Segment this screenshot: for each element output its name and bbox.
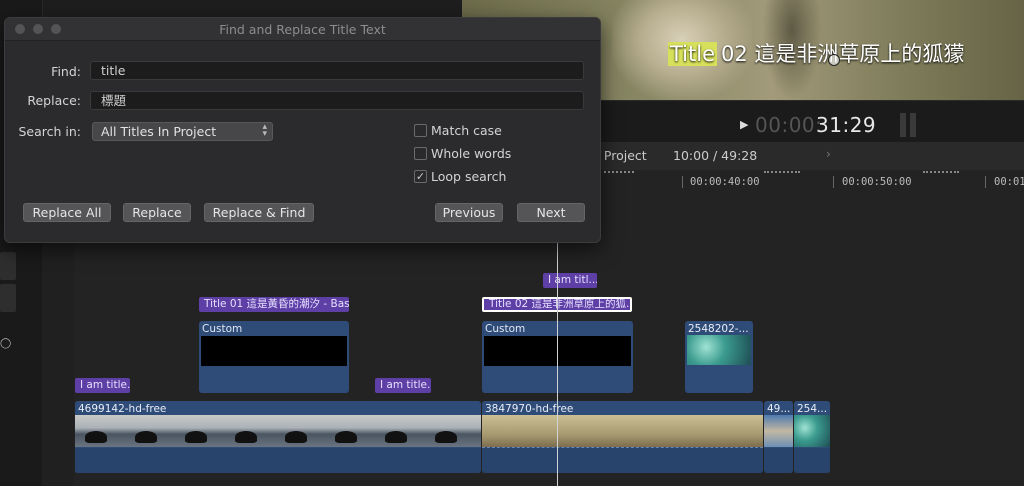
viewer-subtitle: Title 02 這是非洲草原上的狐獴 — [668, 38, 964, 68]
chevron-right-icon[interactable]: › — [826, 147, 831, 161]
video-clip[interactable]: 254... — [794, 401, 830, 473]
loop-search-checkbox[interactable]: ✓ — [414, 170, 427, 183]
sidebar-button[interactable] — [0, 284, 16, 312]
clip-label: 4699142-hd-free — [78, 403, 167, 415]
ruler-marker — [764, 171, 800, 176]
ruler-marker — [604, 171, 634, 176]
replace-all-button[interactable]: Replace All — [23, 203, 111, 222]
dialog-title: Find and Replace Title Text — [219, 22, 386, 37]
search-in-label: Search in: — [18, 124, 81, 139]
whole-words-checkbox[interactable] — [414, 147, 427, 160]
ruler-tick — [833, 176, 834, 188]
find-label: Find: — [51, 64, 81, 79]
find-replace-dialog: Find and Replace Title Text Find: title … — [4, 17, 601, 243]
clip-label: 49... — [767, 403, 791, 415]
replace-input[interactable]: 標題 — [90, 91, 584, 110]
title-clip[interactable]: I am titl... — [543, 273, 597, 288]
search-in-value: All Titles In Project — [101, 124, 217, 139]
timeline-position: 10:00 / 49:28 — [673, 148, 758, 163]
clip-thumbnail — [794, 415, 830, 447]
ruler-label: 00:00:40:00 — [690, 176, 760, 188]
subtitle-text: 02 這是非洲草原上的狐獴 — [721, 42, 965, 66]
loop-search-label: Loop search — [431, 169, 507, 184]
ruler-label: 00:01 — [994, 176, 1024, 188]
replace-label: Replace: — [27, 93, 81, 108]
custom-clip[interactable]: Custom — [199, 321, 349, 393]
title-clip[interactable]: I am title... — [375, 378, 431, 393]
clip-label: 3847970-hd-free — [485, 403, 574, 415]
replace-and-find-button[interactable]: Replace & Find — [204, 203, 314, 222]
subtitle-highlight: Title — [668, 42, 718, 66]
title-clip[interactable]: Title 01 這是黃昏的潮汐 - Bas... — [199, 297, 349, 312]
match-case-checkbox[interactable] — [414, 124, 427, 137]
next-button[interactable]: Next — [517, 203, 585, 222]
ruler-tick — [682, 176, 683, 188]
timecode: 31:29 — [816, 113, 877, 137]
updown-chevron-icon: ▴ ▾ — [262, 122, 267, 139]
clip-label: Custom — [202, 323, 243, 335]
previous-button[interactable]: Previous — [435, 203, 503, 222]
match-case-label: Match case — [431, 123, 502, 138]
whole-words-label: Whole words — [431, 146, 512, 161]
timeline-header — [600, 142, 1024, 171]
play-icon[interactable]: ▶ — [740, 118, 748, 131]
timecode-dim: 00:00: — [755, 113, 823, 137]
crosshair-cursor-icon — [828, 54, 840, 66]
search-in-select[interactable]: All Titles In Project ▴ ▾ — [92, 122, 273, 141]
clip-label: 254... — [797, 403, 828, 415]
video-clip[interactable]: 2548202-... — [685, 321, 753, 393]
clip-thumbnail — [482, 415, 763, 447]
video-clip[interactable]: 4699142-hd-free — [75, 401, 481, 473]
video-clip[interactable]: 3847970-hd-free — [482, 401, 763, 473]
sidebar-button[interactable] — [0, 252, 16, 280]
clip-thumbnail — [687, 335, 751, 365]
clip-label: 2548202-... — [688, 323, 749, 335]
ruler-label: 00:00:50:00 — [842, 176, 912, 188]
clip-thumbnail — [764, 415, 793, 447]
ruler-tick — [985, 176, 986, 188]
find-input[interactable]: title — [90, 61, 584, 80]
checkmark-icon: ✓ — [415, 170, 426, 183]
clip-thumbnail — [75, 415, 481, 447]
audio-meter-icon — [910, 113, 916, 137]
ruler-marker — [923, 171, 959, 176]
timeline-ruler[interactable] — [600, 170, 1024, 196]
audio-meter-icon — [900, 113, 906, 137]
replace-button[interactable]: Replace — [123, 203, 191, 222]
video-clip[interactable]: 49... — [764, 401, 793, 473]
title-clip[interactable]: I am title... — [75, 378, 130, 393]
sidebar-circle-icon[interactable]: ◯ — [0, 338, 11, 349]
